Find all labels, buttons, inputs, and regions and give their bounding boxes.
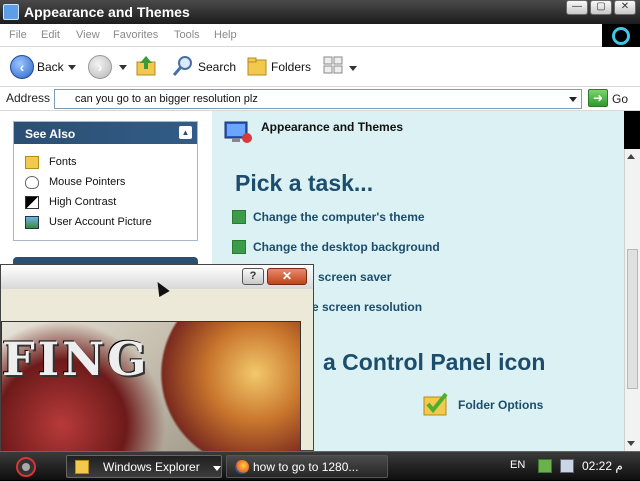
forward-arrow-icon[interactable]: › bbox=[88, 55, 112, 79]
collapse-chevron-icon[interactable]: ▲ bbox=[179, 126, 192, 139]
dialog-close-button[interactable]: ✕ bbox=[267, 268, 307, 285]
wallpaper-text: FING bbox=[2, 332, 150, 386]
windows-logo-icon bbox=[602, 24, 640, 48]
maximize-button[interactable]: ▢ bbox=[590, 0, 612, 15]
help-button[interactable]: ? bbox=[242, 268, 264, 285]
taskbar-button-windows-explorer[interactable]: Windows Explorer bbox=[66, 455, 222, 478]
see-also-title: See Also bbox=[25, 127, 76, 141]
see-also-item-label: Mouse Pointers bbox=[49, 176, 126, 188]
up-folder-icon[interactable] bbox=[134, 54, 158, 78]
folders-button[interactable]: Folders bbox=[271, 60, 311, 84]
mouse-icon bbox=[25, 176, 39, 189]
menu-bar: File Edit View Favorites Tools Help bbox=[0, 24, 640, 47]
address-label: Address bbox=[6, 91, 51, 105]
title-bar[interactable]: Appearance and Themes — ▢ ✕ bbox=[0, 0, 640, 24]
task-label: screen saver bbox=[318, 270, 392, 284]
control-panel-icon bbox=[3, 4, 19, 20]
menu-edit[interactable]: Edit bbox=[41, 29, 60, 41]
taskbar-button-label: Windows Explorer bbox=[103, 460, 200, 474]
taskbar-button-label: how to go to 1280... bbox=[253, 460, 359, 474]
go-arrow-icon[interactable]: ➜ bbox=[588, 89, 608, 107]
go-button[interactable]: Go bbox=[612, 92, 628, 106]
scroll-up-icon[interactable] bbox=[627, 154, 635, 159]
scroll-thumb[interactable] bbox=[627, 249, 638, 389]
address-value[interactable]: can you go to an bigger resolution plz bbox=[75, 93, 258, 105]
see-also-panel: See Also ▲ Fonts Mouse Pointers High Con… bbox=[13, 121, 198, 241]
address-bar: Address can you go to an bigger resoluti… bbox=[0, 87, 640, 111]
see-also-item-label: Fonts bbox=[49, 156, 77, 168]
start-button[interactable] bbox=[12, 456, 40, 478]
task-label: e screen resolution bbox=[312, 300, 423, 314]
task-label: Change the desktop background bbox=[253, 240, 440, 254]
see-also-item-label: User Account Picture bbox=[49, 216, 152, 228]
minimize-button[interactable]: — bbox=[566, 0, 588, 15]
task-bullet-icon bbox=[232, 240, 246, 254]
see-also-item-label: High Contrast bbox=[49, 196, 117, 208]
search-button[interactable]: Search bbox=[198, 60, 236, 84]
folder-icon bbox=[75, 460, 89, 474]
monitor-icon[interactable] bbox=[560, 459, 574, 473]
window-title: Appearance and Themes bbox=[24, 4, 190, 20]
picture-icon bbox=[25, 216, 39, 229]
menu-favorites[interactable]: Favorites bbox=[113, 29, 158, 41]
search-icon[interactable] bbox=[172, 55, 194, 77]
folder-options-link[interactable]: Folder Options bbox=[422, 390, 572, 420]
folder-options-label: Folder Options bbox=[458, 398, 544, 412]
appearance-themes-icon bbox=[224, 121, 252, 143]
pick-task-heading: Pick a task... bbox=[235, 170, 374, 196]
menu-tools[interactable]: Tools bbox=[174, 29, 200, 41]
window-controls: — ▢ ✕ bbox=[566, 0, 636, 15]
views-icon[interactable] bbox=[323, 56, 345, 76]
close-button[interactable]: ✕ bbox=[614, 0, 636, 15]
folder-icon bbox=[25, 156, 39, 169]
back-arrow-icon[interactable]: ‹ bbox=[10, 55, 34, 79]
task-bullet-icon bbox=[232, 210, 246, 224]
see-also-header[interactable]: See Also ▲ bbox=[14, 122, 197, 144]
wallpaper-preview: FING bbox=[1, 321, 301, 452]
back-dropdown-icon[interactable] bbox=[68, 65, 76, 70]
page-icon bbox=[59, 93, 71, 105]
address-input[interactable]: can you go to an bigger resolution plz bbox=[54, 89, 582, 109]
views-dropdown-icon[interactable] bbox=[349, 66, 357, 71]
vertical-scrollbar[interactable] bbox=[624, 149, 640, 451]
scroll-down-icon[interactable] bbox=[627, 441, 635, 446]
menu-file[interactable]: File bbox=[9, 29, 27, 41]
back-button[interactable]: Back bbox=[37, 60, 64, 84]
category-title: Appearance and Themes bbox=[261, 120, 404, 134]
task-label: Change the computer's theme bbox=[253, 210, 425, 224]
menu-view[interactable]: View bbox=[76, 29, 100, 41]
menu-help[interactable]: Help bbox=[214, 29, 237, 41]
forward-dropdown-icon[interactable] bbox=[119, 65, 127, 70]
clock[interactable]: 02:22 م bbox=[582, 459, 623, 473]
control-panel-icon-heading: a Control Panel icon bbox=[323, 349, 546, 375]
language-indicator[interactable]: EN bbox=[510, 459, 525, 471]
taskbar-button-firefox[interactable]: how to go to 1280... bbox=[226, 455, 388, 478]
address-dropdown-icon[interactable] bbox=[569, 97, 577, 102]
folder-options-icon bbox=[423, 392, 448, 416]
folders-icon[interactable] bbox=[246, 55, 268, 77]
contrast-icon bbox=[25, 196, 39, 209]
group-dropdown-icon[interactable] bbox=[213, 466, 221, 471]
firefox-icon bbox=[235, 460, 249, 474]
taskbar: Windows Explorer how to go to 1280... EN… bbox=[0, 451, 640, 480]
network-icon[interactable] bbox=[538, 459, 552, 473]
